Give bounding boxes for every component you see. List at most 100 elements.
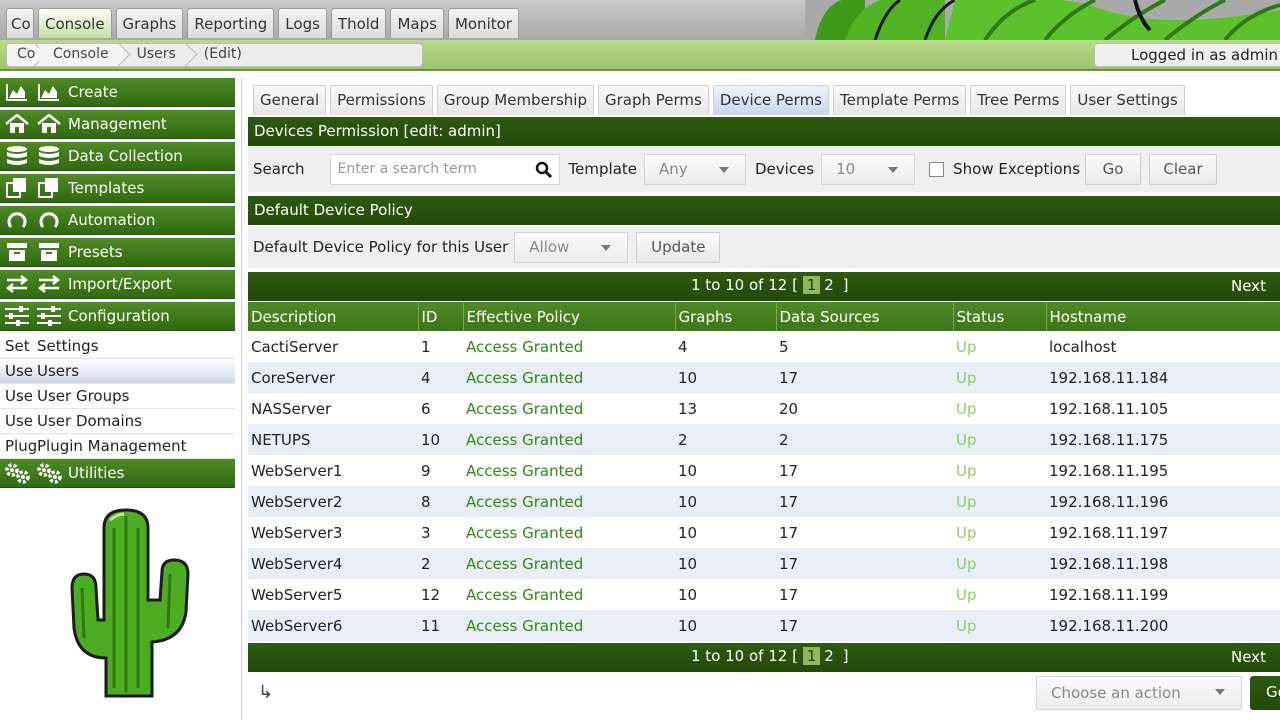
cell-id: 1 (421, 337, 431, 356)
action-select[interactable]: Choose an action (1036, 676, 1242, 710)
gears-icon (4, 462, 30, 484)
nav-group-templates[interactable]: Templates (0, 174, 235, 203)
cell-id: 3 (421, 523, 431, 542)
cell-data-sources: 17 (779, 523, 799, 542)
exchange-icon (4, 273, 30, 295)
table-row[interactable]: WebServer6 11 Access Granted 10 17 Up 192.168.… (248, 610, 1280, 641)
table-row[interactable]: NASServer 6 Access Granted 13 20 Up 192.168.11… (248, 393, 1280, 424)
top-tab-reporting[interactable]: Reporting (187, 8, 275, 38)
search-input[interactable]: Enter a search term (329, 153, 560, 185)
template-label: Template (568, 160, 637, 178)
nav-item-plugin-management[interactable]: PlugPlugin Management (0, 434, 235, 459)
cell-status: Up (956, 337, 977, 356)
table-row[interactable]: WebServer4 2 Access Granted 10 17 Up 192.168.1… (248, 548, 1280, 579)
table-row[interactable]: WebServer2 8 Access Granted 10 17 Up 192.168.1… (248, 486, 1280, 517)
col-id[interactable]: ID (418, 302, 464, 331)
nav-group-automation[interactable]: Automation (0, 206, 235, 235)
login-status[interactable]: Logged in as admin (1094, 43, 1280, 67)
update-button[interactable]: Update (636, 231, 721, 263)
cell-id: 8 (418, 486, 463, 517)
cell-data-sources: 17 (776, 362, 953, 393)
top-tab-logs[interactable]: Logs (278, 8, 327, 38)
top-tab-maps[interactable]: Maps (390, 8, 444, 38)
policy-row: Default Device Policy for this User Allo… (248, 226, 1280, 268)
nav-group-presets[interactable]: Presets (0, 238, 235, 267)
next-page-link[interactable]: Next (1231, 277, 1266, 295)
top-tab-thold[interactable]: Thold (330, 8, 387, 38)
next-page-link[interactable]: Next (1231, 648, 1266, 666)
col-hostname[interactable]: Hostname (1046, 302, 1280, 331)
cell-effective-policy: Access Granted (463, 424, 675, 455)
default-policy-select-value: Allow (529, 238, 570, 256)
go-button[interactable]: Go (1085, 153, 1142, 185)
table-row[interactable]: NETUPS 10 Access Granted 2 2 Up 192.168.11.175 (248, 424, 1280, 455)
tab-template-perms[interactable]: Template Perms (833, 85, 967, 115)
cell-status: Up (953, 424, 1046, 455)
nav-group-utilities[interactable]: Utilities (0, 459, 235, 488)
nav-group-data-collection[interactable]: Data Collection (0, 142, 235, 171)
tab-tree-perms[interactable]: Tree Perms (970, 85, 1067, 115)
devices-select[interactable]: 10 (821, 153, 916, 185)
tab-device-perms[interactable]: Device Perms (712, 85, 829, 115)
default-policy-label: Default Device Policy for this User (253, 238, 509, 256)
top-tab-graphs[interactable]: Graphs (115, 8, 184, 38)
table-row[interactable]: CactiServer 1 Access Granted 4 5 Up localhost (248, 331, 1280, 362)
nav-item-users[interactable]: Use Users (0, 359, 235, 384)
col-status[interactable]: Status (953, 302, 1047, 331)
chevron-down-icon (1215, 689, 1225, 695)
nav-group-import-export[interactable]: Import/Export (0, 270, 235, 299)
nav-group-configuration[interactable]: Configuration (0, 302, 235, 331)
cell-id: 2 (418, 548, 463, 579)
tab-group-membership[interactable]: Group Membership (436, 85, 594, 115)
clear-button[interactable]: Clear (1149, 153, 1218, 185)
search-icon[interactable] (535, 161, 553, 183)
show-exceptions-checkbox[interactable] (929, 161, 945, 177)
cell-graphs: 10 (675, 486, 776, 517)
tab-graph-perms[interactable]: Graph Perms (598, 85, 709, 115)
table-row[interactable]: CoreServer 4 Access Granted 10 17 Up 192.168.1… (248, 362, 1280, 393)
cell-data-sources: 17 (776, 610, 953, 641)
nav-item-settings[interactable]: Set Settings (0, 334, 235, 359)
col-effective-policy[interactable]: Effective Policy (463, 302, 676, 331)
apply-action-button[interactable]: Go (1250, 676, 1280, 710)
top-tab-co[interactable]: Co (6, 8, 34, 38)
filter-row: Search Enter a search term Template Any … (248, 146, 1280, 192)
top-tab-console[interactable]: Console (38, 8, 112, 38)
default-policy-select[interactable]: Allow (514, 231, 629, 263)
tab-permissions[interactable]: Permissions (330, 85, 433, 115)
tab-user-settings[interactable]: User Settings (1070, 85, 1185, 115)
col-data-sources[interactable]: Data Sources (776, 302, 954, 331)
top-tab-monitor[interactable]: Monitor (447, 8, 519, 38)
table-row[interactable]: WebServer1 9 Access Granted 10 17 Up 192.168.1… (248, 455, 1280, 486)
table-row[interactable]: WebServer5 12 Access Granted 10 17 Up 192.168.… (248, 579, 1280, 610)
breadcrumb-item-console[interactable]: Console (39, 44, 123, 66)
nav-group-label: Management (68, 115, 167, 133)
tab-general[interactable]: General (253, 85, 327, 115)
nav-group-management[interactable]: Management (0, 110, 235, 139)
cell-hostname: 192.168.11.195 (1049, 461, 1169, 480)
nav-group-create[interactable]: Create (0, 78, 235, 107)
breadcrumb-item-co[interactable]: Co (7, 44, 39, 66)
chevron-down-icon (719, 166, 729, 173)
cell-status: Up (953, 362, 1046, 393)
col-description[interactable]: Description (248, 302, 419, 331)
copy-icon (36, 177, 62, 199)
actions-row: ↳ Choose an action Go (248, 674, 1280, 720)
template-select[interactable]: Any (644, 153, 746, 185)
table-row[interactable]: WebServer3 3 Access Granted 10 17 Up 192.168.1… (248, 517, 1280, 548)
show-exceptions-label: Show Exceptions (953, 160, 1081, 178)
breadcrumb-item-users[interactable]: Users (123, 44, 190, 66)
cell-hostname: 192.168.11.200 (1046, 610, 1280, 641)
page-link-2[interactable]: 2 (820, 647, 838, 665)
page-link-2[interactable]: 2 (820, 276, 838, 294)
nav-item-user-domains[interactable]: Use User Domains (0, 409, 235, 434)
page-link-1[interactable]: 1 (802, 276, 821, 294)
breadcrumb: Co Console Users (Edit) (6, 43, 423, 67)
cell-data-sources: 17 (779, 585, 799, 604)
chart-area-icon (36, 81, 62, 103)
cell-id: 10 (418, 424, 463, 455)
col-graphs[interactable]: Graphs (675, 302, 777, 331)
nav-group-label: Import/Export (68, 275, 172, 293)
nav-item-user-groups[interactable]: Use User Groups (0, 384, 235, 409)
page-link-1[interactable]: 1 (802, 647, 821, 665)
